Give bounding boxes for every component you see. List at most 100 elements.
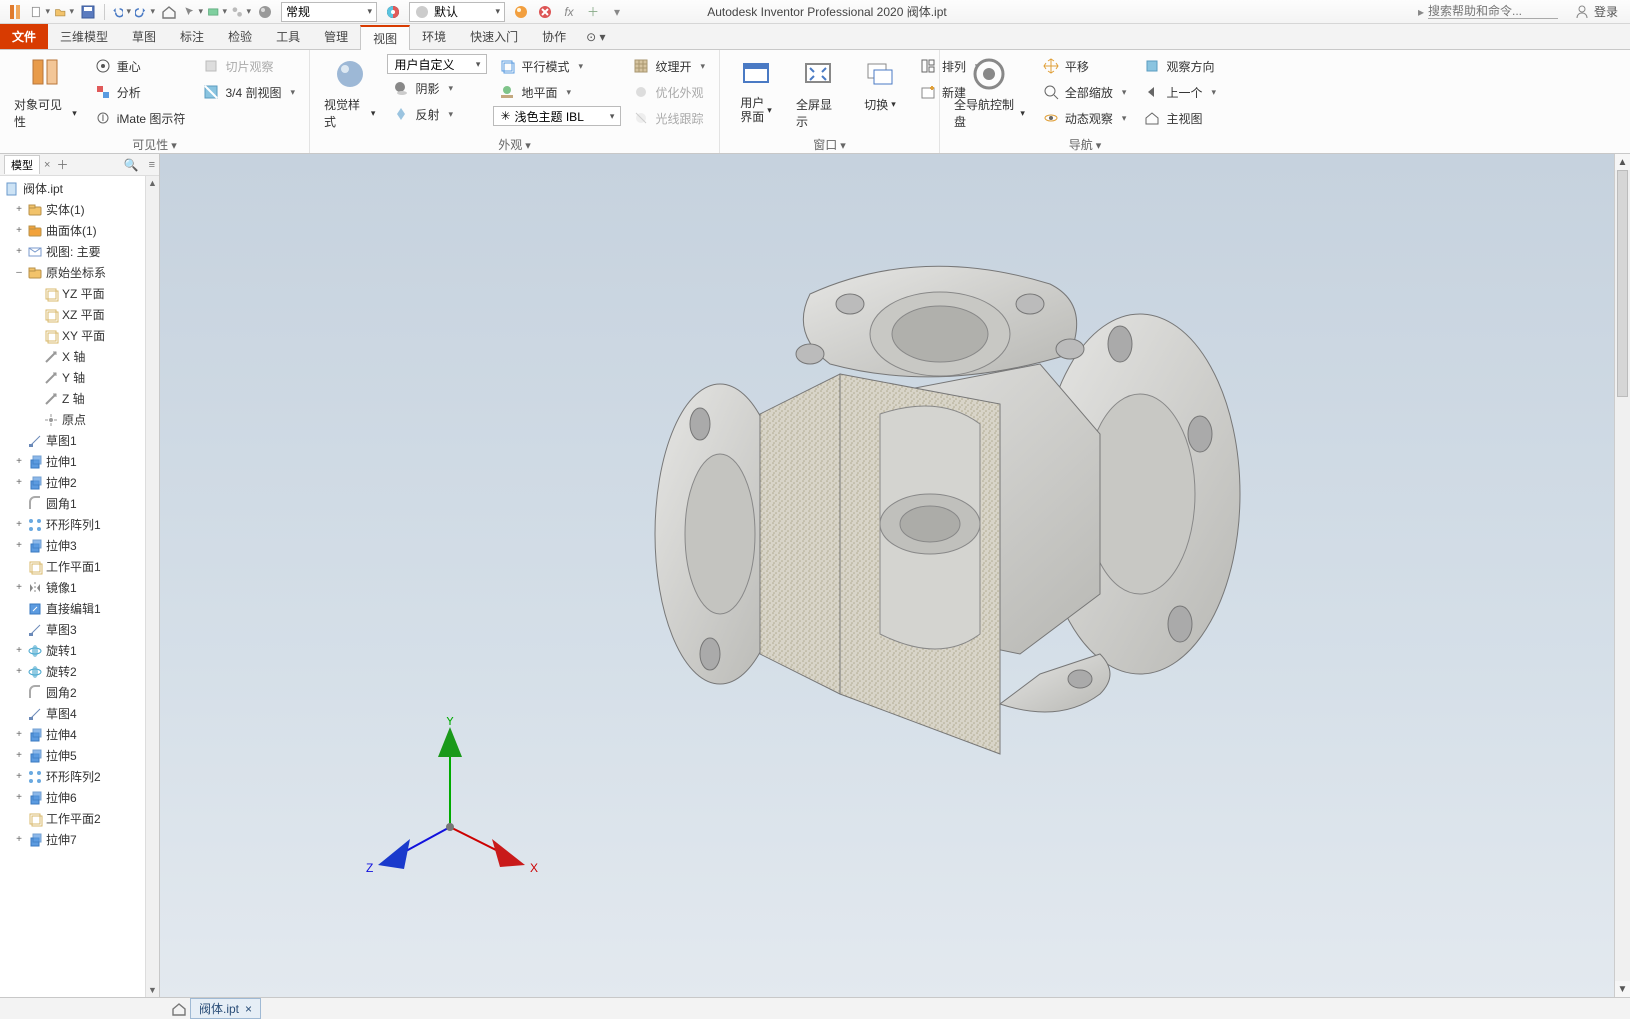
tab-annotate[interactable]: 标注 <box>168 24 216 49</box>
ray-trace-button[interactable]: 光线跟踪 <box>627 106 711 130</box>
tree-node[interactable]: –原始坐标系 <box>0 262 159 283</box>
visual-style-button[interactable]: 视觉样式▾ <box>318 54 381 132</box>
document-tab-close[interactable]: × <box>245 1002 252 1016</box>
tree-expander[interactable]: + <box>14 477 24 488</box>
tree-node[interactable]: +环形阵列1 <box>0 514 159 535</box>
color-override-button[interactable] <box>511 2 531 22</box>
look-at-button[interactable]: 观察方向 <box>1138 54 1222 78</box>
switch-window-button[interactable]: 切换▾ <box>852 54 908 115</box>
fx-button[interactable]: fx <box>559 2 579 22</box>
tree-expander[interactable]: + <box>14 750 24 761</box>
search-input[interactable] <box>1428 4 1558 19</box>
tree-node[interactable]: +拉伸3 <box>0 535 159 556</box>
tree-node[interactable]: Y 轴 <box>0 367 159 388</box>
visual-style-combo[interactable]: 用户自定义▾ <box>387 54 487 74</box>
scroll-thumb[interactable] <box>1617 170 1628 397</box>
shadow-button[interactable]: 阴影▾ <box>387 76 487 100</box>
pan-button[interactable]: 平移 <box>1037 54 1133 78</box>
tree-expander[interactable]: + <box>14 645 24 656</box>
tree-node[interactable]: 圆角1 <box>0 493 159 514</box>
browser-search-icon[interactable]: 🔍 <box>124 158 139 172</box>
tree-node[interactable]: +曲面体(1) <box>0 220 159 241</box>
tree-node[interactable]: XZ 平面 <box>0 304 159 325</box>
tab-sketch[interactable]: 草图 <box>120 24 168 49</box>
section-view-button[interactable]: 3/4 剖视图▾ <box>197 80 301 104</box>
document-tab[interactable]: 阀体.ipt × <box>190 998 261 1019</box>
tree-node[interactable]: +拉伸7 <box>0 829 159 850</box>
tree-expander[interactable]: + <box>14 225 24 236</box>
tree-node[interactable]: +拉伸4 <box>0 724 159 745</box>
tree-node[interactable]: +拉伸1 <box>0 451 159 472</box>
previous-view-button[interactable]: 上一个▾ <box>1138 80 1222 104</box>
home-view-button[interactable]: 主视图 <box>1138 106 1222 130</box>
browser-tab-model[interactable]: 模型 <box>4 155 40 174</box>
appearance-sphere-button[interactable] <box>255 2 275 22</box>
login-button[interactable]: 登录 <box>1574 3 1618 20</box>
tree-node[interactable]: 工作平面2 <box>0 808 159 829</box>
object-visibility-button[interactable]: 对象可见性▾ <box>8 54 83 132</box>
tree-node[interactable]: 草图1 <box>0 430 159 451</box>
tree-expander[interactable]: – <box>14 267 24 278</box>
workspace-combo[interactable]: 常规▾ <box>281 2 377 22</box>
tree-expander[interactable]: + <box>14 729 24 740</box>
ibl-combo[interactable]: ✳浅色主题 IBL▾ <box>493 106 621 126</box>
save-button[interactable] <box>78 2 98 22</box>
scroll-down-icon[interactable]: ▼ <box>146 983 159 997</box>
app-icon[interactable] <box>6 2 26 22</box>
open-file-button[interactable] <box>54 2 74 22</box>
redo-button[interactable] <box>135 2 155 22</box>
fullscreen-button[interactable]: 全屏显示 <box>790 54 846 132</box>
tree-node[interactable]: 草图4 <box>0 703 159 724</box>
tree-node[interactable]: +环形阵列2 <box>0 766 159 787</box>
tab-3dmodel[interactable]: 三维模型 <box>48 24 120 49</box>
tree-node[interactable]: +镜像1 <box>0 577 159 598</box>
select-button[interactable] <box>183 2 203 22</box>
tree-expander[interactable]: + <box>14 582 24 593</box>
slice-view-button[interactable]: 切片观察 <box>197 54 301 78</box>
steering-wheel-button[interactable]: 全导航控制盘▾ <box>948 54 1031 132</box>
tab-inspect[interactable]: 检验 <box>216 24 264 49</box>
color-wheel-button[interactable] <box>383 2 403 22</box>
tree-node[interactable]: 圆角2 <box>0 682 159 703</box>
tree-node[interactable]: +拉伸2 <box>0 472 159 493</box>
tab-tools[interactable]: 工具 <box>264 24 312 49</box>
add-button[interactable]: ＋ <box>583 2 603 22</box>
material-button[interactable] <box>207 2 227 22</box>
tree-expander[interactable]: + <box>14 456 24 467</box>
tree-node[interactable]: +视图: 主要 <box>0 241 159 262</box>
doc-home-button[interactable] <box>170 1000 188 1018</box>
zoom-all-button[interactable]: 全部缩放▾ <box>1037 80 1133 104</box>
optimize-appearance-button[interactable]: 优化外观 <box>627 80 711 104</box>
texture-button[interactable]: 纹理开▾ <box>627 54 711 78</box>
model-tree[interactable]: 阀体.ipt +实体(1)+曲面体(1)+视图: 主要–原始坐标系YZ 平面XZ… <box>0 176 159 997</box>
tab-manage[interactable]: 管理 <box>312 24 360 49</box>
scroll-down-icon[interactable]: ▼ <box>1615 981 1630 997</box>
tree-root[interactable]: 阀体.ipt <box>0 178 159 199</box>
tree-expander[interactable]: + <box>14 666 24 677</box>
tab-overflow[interactable]: ⊙ ▾ <box>578 24 613 49</box>
tab-environment[interactable]: 环境 <box>410 24 458 49</box>
tree-expander[interactable]: + <box>14 834 24 845</box>
scroll-up-icon[interactable]: ▲ <box>146 176 159 190</box>
browser-tab-close[interactable]: × <box>44 159 50 171</box>
tab-getstarted[interactable]: 快速入门 <box>458 24 530 49</box>
tree-node[interactable]: 直接编辑1 <box>0 598 159 619</box>
imate-button[interactable]: iiMate 图示符 <box>89 106 192 130</box>
tree-node[interactable]: 草图3 <box>0 619 159 640</box>
tree-expander[interactable]: + <box>14 771 24 782</box>
tree-expander[interactable]: + <box>14 204 24 215</box>
tree-node[interactable]: +拉伸6 <box>0 787 159 808</box>
tree-node[interactable]: +拉伸5 <box>0 745 159 766</box>
tab-file[interactable]: 文件 <box>0 24 48 49</box>
qat-customize[interactable]: ▾ <box>607 2 627 22</box>
clear-override-button[interactable] <box>535 2 555 22</box>
analysis-button[interactable]: 分析 <box>89 80 192 104</box>
tab-collaborate[interactable]: 协作 <box>530 24 578 49</box>
tree-node[interactable]: 工作平面1 <box>0 556 159 577</box>
tree-node[interactable]: X 轴 <box>0 346 159 367</box>
tree-node[interactable]: +实体(1) <box>0 199 159 220</box>
viewport-scrollbar[interactable]: ▲ ▼ <box>1614 154 1630 997</box>
ground-plane-button[interactable]: 地平面▾ <box>493 80 621 104</box>
appearance-combo[interactable]: 默认▾ <box>409 2 505 22</box>
measure-button[interactable] <box>231 2 251 22</box>
